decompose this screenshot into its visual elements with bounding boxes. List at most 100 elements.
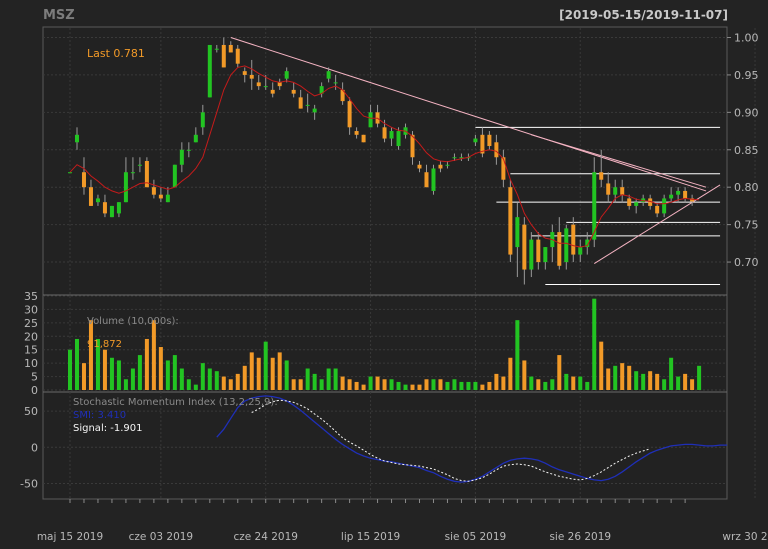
candle-up: [431, 168, 436, 191]
volume-bar: [354, 381, 359, 390]
candle-down: [424, 172, 429, 188]
x-tick-label: cze 24 2019: [233, 531, 298, 543]
volume-bar: [319, 379, 324, 390]
candle-down: [221, 44, 226, 68]
volume-tick-label: 25: [24, 317, 38, 330]
volume-bar: [382, 379, 387, 390]
date-range: [2019-05-15/2019-11-07]: [559, 8, 728, 22]
volume-bar: [123, 379, 128, 390]
x-tick-label: lip 15 2019: [341, 531, 400, 543]
volume-bar: [599, 341, 604, 390]
candle-up: [109, 205, 114, 218]
candle-down: [354, 131, 359, 135]
candle-down: [599, 172, 604, 180]
smi-tick-label: 0: [31, 441, 38, 454]
candle-up: [326, 71, 331, 79]
price-tick-label: 0.95: [734, 69, 759, 82]
volume-bar: [564, 373, 569, 390]
candle-up: [116, 202, 121, 214]
volume-bar: [375, 376, 380, 390]
volume-bar: [515, 320, 520, 390]
volume-tick-label: 15: [24, 344, 38, 357]
volume-bar: [172, 355, 177, 390]
candle-down: [494, 142, 499, 158]
volume-bar: [361, 384, 366, 390]
x-tick-label: maj 15 2019: [37, 531, 103, 543]
candle-down: [361, 134, 366, 143]
volume-bar: [312, 373, 317, 390]
chart-canvas: 1.00 0.95 0.90 0.85 0.80 0.75 0.70 353025201510…: [0, 0, 768, 549]
candle-down: [620, 187, 625, 195]
volume-bar: [242, 365, 247, 390]
volume-bar: [452, 379, 457, 390]
volume-bar: [179, 368, 184, 390]
volume-bar: [690, 379, 695, 390]
candle-down: [487, 134, 492, 147]
volume-bar: [473, 381, 478, 390]
volume-bar: [116, 360, 121, 390]
volume-bar: [676, 376, 681, 390]
candle-down: [249, 74, 254, 79]
volume-bar: [130, 368, 135, 390]
candle-up: [445, 164, 450, 166]
candle-down: [501, 157, 506, 180]
volume-bar: [550, 379, 555, 390]
volume-bar: [298, 379, 303, 390]
volume-bar: [277, 352, 282, 390]
price-tick-label: 0.80: [734, 181, 759, 194]
candle-down: [536, 239, 541, 263]
candle-up: [165, 194, 170, 203]
candle-down: [88, 187, 93, 206]
candle-up: [333, 82, 338, 84]
candle-up: [529, 239, 534, 270]
volume-bar: [459, 381, 464, 390]
volume-bar: [571, 376, 576, 390]
volume-bar: [424, 379, 429, 390]
volume-bar: [501, 376, 506, 390]
candle-up: [634, 202, 639, 206]
volume-bar: [389, 379, 394, 390]
volume-bar: [669, 357, 674, 390]
volume-bar: [88, 320, 93, 390]
candle-down: [571, 224, 576, 255]
candle-up: [305, 104, 310, 106]
candle-down: [291, 89, 296, 94]
volume-bar: [256, 357, 261, 390]
volume-bar: [68, 349, 72, 390]
candle-down: [627, 198, 632, 206]
volume-bar: [529, 376, 534, 390]
price-tick-label: 0.85: [734, 144, 759, 157]
volume-bar: [585, 381, 590, 390]
candle-up: [207, 44, 212, 98]
x-tick-label: sie 26 2019: [549, 531, 611, 543]
candle-down: [347, 101, 352, 128]
smi-tick-label: 50: [24, 405, 38, 418]
volume-bar: [662, 379, 667, 390]
candle-down: [235, 48, 240, 64]
volume-bar: [284, 360, 289, 390]
volume-bar: [606, 368, 611, 390]
volume-bar: [417, 384, 422, 390]
candle-up: [473, 138, 478, 143]
volume-bar: [578, 376, 583, 390]
volume-bar: [487, 381, 492, 390]
candle-up: [368, 112, 373, 128]
candle-up: [669, 194, 674, 199]
volume-bar: [81, 363, 86, 390]
volume-bar: [683, 373, 688, 390]
candle-down: [81, 172, 86, 188]
volume-bar: [214, 371, 219, 390]
candle-down: [508, 187, 513, 255]
candle-up: [74, 134, 79, 143]
candle-up: [578, 247, 583, 255]
smi-title: Stochastic Momentum Index (13,2,25,9):: [73, 397, 278, 408]
volume-bar: [200, 363, 205, 390]
candle-down: [298, 97, 303, 109]
volume-bar: [158, 347, 163, 390]
volume-bar: [466, 381, 471, 390]
candle-down: [102, 202, 107, 214]
volume-bar: [648, 371, 653, 390]
volume-bar: [186, 379, 191, 390]
candle-up: [452, 157, 457, 159]
candle-up: [200, 112, 205, 128]
